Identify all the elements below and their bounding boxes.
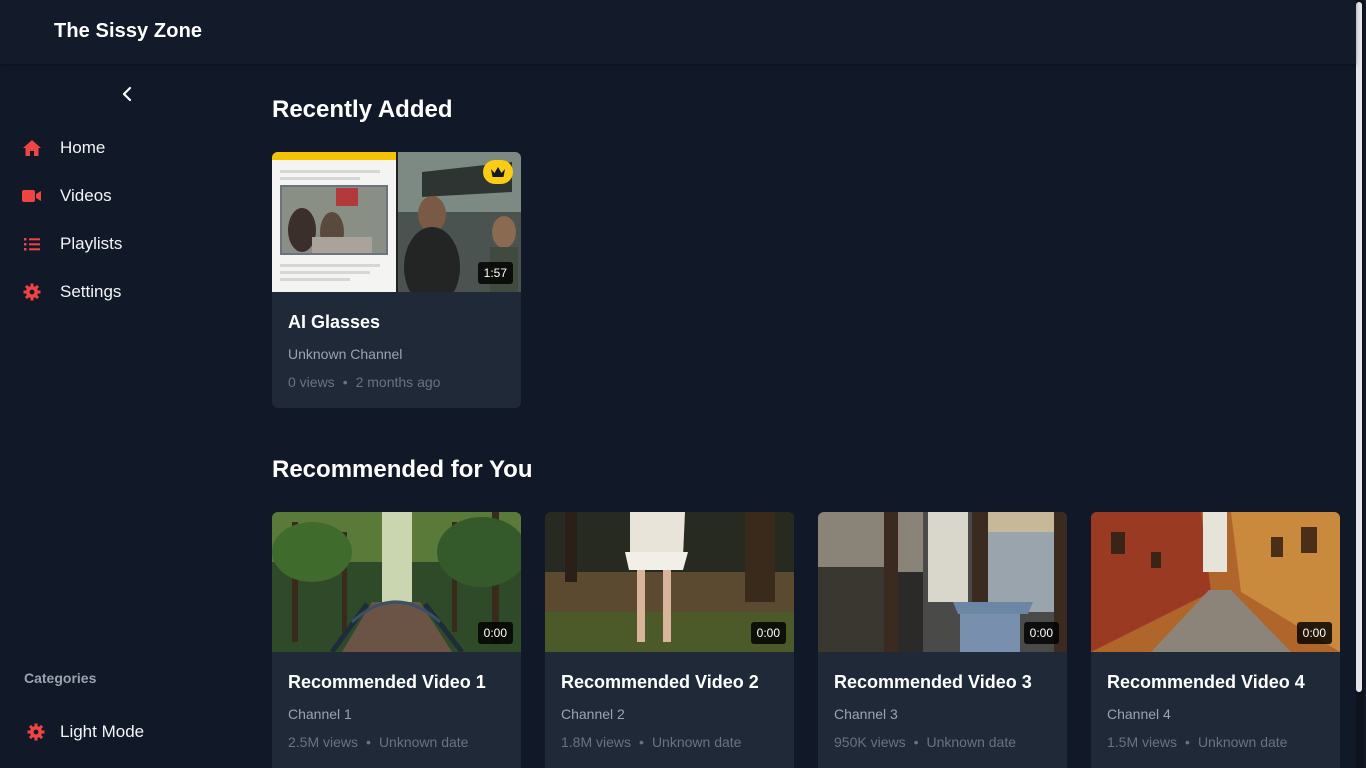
video-card[interactable]: 1:57 AI Glasses Unknown Channel 0 views •… bbox=[272, 152, 521, 408]
video-date: Unknown date bbox=[1197, 734, 1288, 750]
video-thumbnail[interactable]: 0:00 bbox=[1091, 512, 1340, 652]
video-views: 0 views bbox=[288, 374, 335, 390]
sidebar-item-home[interactable]: Home bbox=[0, 128, 248, 168]
top-bar: The Sissy Zone bbox=[0, 0, 1356, 64]
video-meta: 0 views • 2 months ago bbox=[288, 374, 440, 390]
video-camera-icon bbox=[22, 186, 42, 206]
light-mode-label: Light Mode bbox=[60, 722, 145, 741]
premium-badge bbox=[483, 160, 513, 184]
video-duration: 0:00 bbox=[477, 622, 513, 644]
video-card[interactable]: 0:00 Recommended Video 2 Channel 2 1.8M … bbox=[545, 512, 794, 768]
video-thumbnail[interactable]: 0:00 bbox=[272, 512, 521, 652]
sidebar-item-label: Videos bbox=[60, 186, 112, 205]
video-date: Unknown date bbox=[926, 734, 1017, 750]
video-channel[interactable]: Channel 1 bbox=[288, 706, 352, 722]
video-card[interactable]: 0:00 Recommended Video 4 Channel 4 1.5M … bbox=[1091, 512, 1340, 768]
video-duration: 1:57 bbox=[477, 262, 513, 284]
video-thumbnail[interactable]: 0:00 bbox=[818, 512, 1067, 652]
video-date: 2 months ago bbox=[355, 374, 441, 390]
main-content: Recently Added 1:57 AI Glasses Unknown C… bbox=[272, 64, 1356, 768]
video-duration: 0:00 bbox=[1023, 622, 1059, 644]
gear-icon bbox=[22, 282, 42, 302]
sidebar-item-label: Playlists bbox=[60, 234, 123, 253]
meta-separator: • bbox=[342, 374, 348, 390]
collapse-sidebar-button[interactable] bbox=[116, 84, 138, 108]
meta-separator: • bbox=[639, 734, 644, 750]
sidebar: Home Videos Playlists Settings Categorie… bbox=[0, 64, 248, 768]
video-duration: 0:00 bbox=[1296, 622, 1332, 644]
video-title[interactable]: Recommended Video 1 bbox=[288, 672, 486, 693]
crown-icon bbox=[491, 167, 505, 177]
list-icon bbox=[22, 234, 42, 254]
meta-separator: • bbox=[913, 734, 919, 750]
video-title[interactable]: Recommended Video 3 bbox=[834, 672, 1032, 693]
video-views: 2.5M views bbox=[288, 734, 359, 750]
sidebar-item-label: Home bbox=[60, 138, 106, 157]
sun-gear-icon bbox=[26, 722, 46, 742]
chevron-left-icon bbox=[121, 86, 133, 107]
light-mode-toggle[interactable]: Light Mode bbox=[0, 712, 248, 752]
video-card[interactable]: 0:00 Recommended Video 3 Channel 3 950K … bbox=[818, 512, 1067, 768]
meta-separator: • bbox=[366, 734, 371, 750]
video-channel[interactable]: Channel 4 bbox=[1107, 706, 1171, 722]
video-title[interactable]: AI Glasses bbox=[288, 312, 380, 333]
video-meta: 1.8M views • Unknown date bbox=[561, 734, 741, 750]
video-views: 1.8M views bbox=[561, 734, 632, 750]
video-channel[interactable]: Channel 3 bbox=[834, 706, 898, 722]
video-date: Unknown date bbox=[651, 734, 742, 750]
home-icon bbox=[22, 138, 42, 158]
scrollbar-thumb[interactable] bbox=[1356, 2, 1362, 692]
video-thumbnail[interactable]: 0:00 bbox=[545, 512, 794, 652]
recently-added-heading: Recently Added bbox=[272, 96, 453, 123]
sidebar-item-videos[interactable]: Videos bbox=[0, 176, 248, 216]
video-date: Unknown date bbox=[378, 734, 469, 750]
video-meta: 1.5M views • Unknown date bbox=[1107, 734, 1287, 750]
video-meta: 2.5M views • Unknown date bbox=[288, 734, 468, 750]
video-thumbnail[interactable]: 1:57 bbox=[272, 152, 521, 292]
video-duration: 0:00 bbox=[750, 622, 786, 644]
categories-heading: Categories bbox=[24, 670, 97, 686]
video-views: 950K views bbox=[834, 734, 906, 750]
page-scrollbar[interactable] bbox=[1356, 0, 1364, 768]
video-views: 1.5M views bbox=[1107, 734, 1178, 750]
sidebar-item-label: Settings bbox=[60, 282, 122, 301]
video-title[interactable]: Recommended Video 4 bbox=[1107, 672, 1305, 693]
video-card[interactable]: 0:00 Recommended Video 1 Channel 1 2.5M … bbox=[272, 512, 521, 768]
recommended-heading: Recommended for You bbox=[272, 456, 533, 483]
video-title[interactable]: Recommended Video 2 bbox=[561, 672, 759, 693]
sidebar-item-playlists[interactable]: Playlists bbox=[0, 224, 248, 264]
video-channel[interactable]: Unknown Channel bbox=[288, 346, 402, 362]
sidebar-item-settings[interactable]: Settings bbox=[0, 272, 248, 312]
video-channel[interactable]: Channel 2 bbox=[561, 706, 625, 722]
meta-separator: • bbox=[1185, 734, 1190, 750]
video-meta: 950K views • Unknown date bbox=[834, 734, 1016, 750]
site-logo-title[interactable]: The Sissy Zone bbox=[54, 20, 202, 43]
